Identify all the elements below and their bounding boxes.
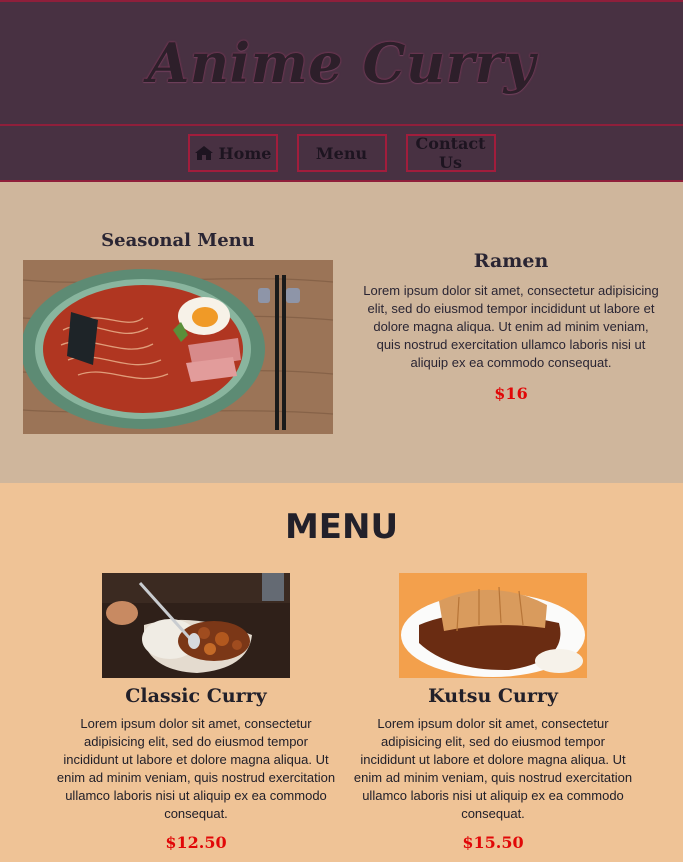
menu-item-kutsu-curry: Kutsu Curry Lorem ipsum dolor sit amet, …: [353, 573, 633, 852]
site-header: Anime Curry Home Menu Contact Us: [0, 0, 683, 182]
seasonal-feature: Seasonal Menu: [23, 230, 333, 434]
ramen-details: Ramen Lorem ipsum dolor sit amet, consec…: [361, 250, 661, 403]
classic-curry-description: Lorem ipsum dolor sit amet, consectetur …: [56, 716, 336, 821]
classic-curry-title: Classic Curry: [125, 685, 267, 707]
classic-curry-price: $12.50: [165, 833, 227, 852]
ramen-title: Ramen: [473, 250, 549, 272]
ramen-image: [23, 260, 333, 434]
title-band: Anime Curry: [0, 2, 683, 126]
kutsu-curry-price: $15.50: [462, 833, 524, 852]
main-nav: Home Menu Contact Us: [0, 126, 683, 180]
kutsu-curry-title: Kutsu Curry: [428, 685, 558, 707]
site-title: Anime Curry: [147, 31, 536, 95]
nav-menu-button[interactable]: Menu: [296, 134, 387, 172]
nav-contact-label: Contact Us: [415, 134, 486, 172]
seasonal-heading: Seasonal Menu: [101, 230, 255, 251]
ramen-description: Lorem ipsum dolor sit amet, consectetur …: [363, 283, 659, 370]
menu-section: MENU Classic Curry Lorem ipsum dolor sit…: [0, 483, 683, 862]
nav-home-label: Home: [218, 143, 272, 163]
menu-heading: MENU: [284, 507, 399, 547]
nav-contact-button[interactable]: Contact Us: [405, 134, 496, 172]
seasonal-section: Seasonal Menu Ramen Lorem ipsum dolor si…: [0, 182, 683, 483]
kutsu-curry-description: Lorem ipsum dolor sit amet, consectetur …: [353, 716, 633, 821]
nav-menu-label: Menu: [315, 143, 368, 163]
nav-home-button[interactable]: Home: [187, 134, 278, 172]
kutsu-curry-image: [399, 573, 587, 678]
home-icon: [194, 145, 214, 161]
menu-item-classic-curry: Classic Curry Lorem ipsum dolor sit amet…: [56, 573, 336, 852]
classic-curry-image: [102, 573, 290, 678]
ramen-price: $16: [494, 384, 528, 403]
